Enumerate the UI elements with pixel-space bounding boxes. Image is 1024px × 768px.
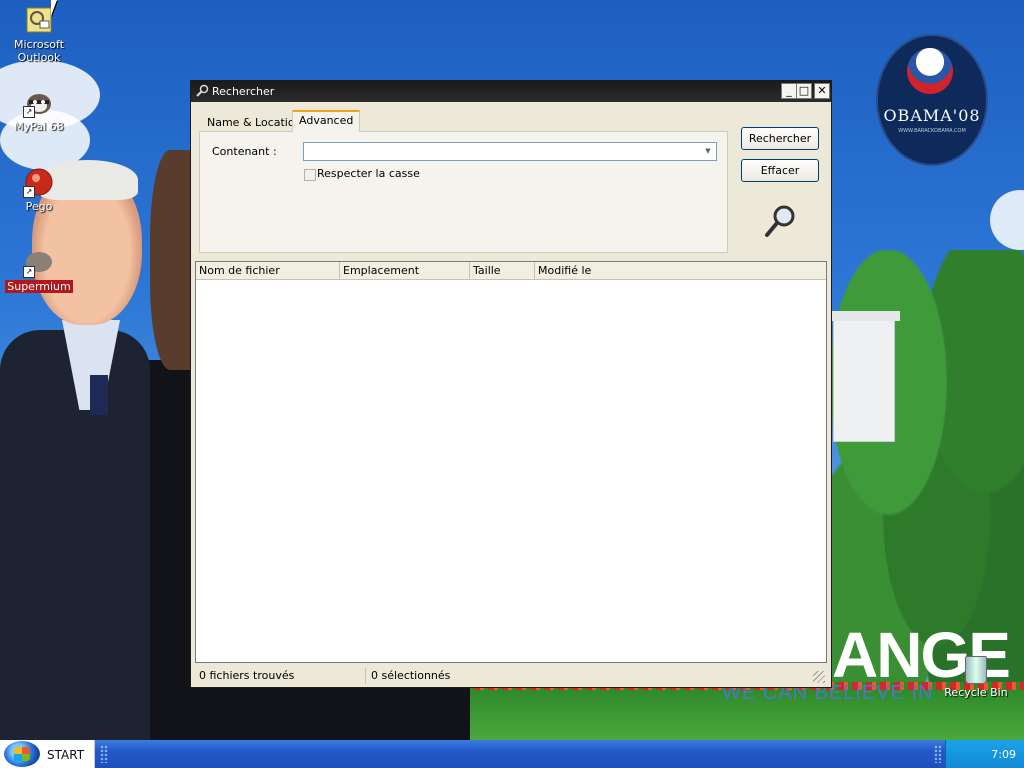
match-case-label[interactable]: Respecter la casse — [317, 167, 420, 180]
search-window: Rechercher _ □ ✕ Name & Location Advance… — [190, 80, 832, 688]
containing-combobox[interactable]: ▼ — [303, 142, 717, 161]
system-tray: 7:09 — [945, 740, 1024, 768]
clear-button[interactable]: Effacer — [741, 159, 819, 182]
desktop-icon-label: Microsoft Outlook — [13, 38, 65, 64]
maximize-icon: □ — [798, 84, 810, 97]
advanced-tab-panel: Contenant : ▼ Respecter la casse — [199, 131, 728, 253]
desktop-icon-mypal[interactable]: ↗ MyPal 68 — [2, 86, 76, 133]
taskbar-grip-icon[interactable] — [100, 745, 108, 763]
desktop-icon-label: MyPal 68 — [14, 120, 64, 133]
column-header-filename[interactable]: Nom de fichier — [196, 262, 340, 279]
resize-grip-icon[interactable] — [813, 671, 825, 683]
recycle-bin-icon — [965, 656, 987, 684]
close-button[interactable]: ✕ — [814, 83, 830, 99]
window-titlebar[interactable]: Rechercher _ □ ✕ — [191, 81, 831, 102]
desktop-icon-outlook[interactable]: Microsoft Outlook — [2, 4, 76, 64]
start-label: START — [47, 748, 85, 762]
results-list-header: Nom de fichier Emplacement Taille Modifi… — [196, 262, 826, 280]
mouse-cursor-icon — [51, 0, 63, 16]
pego-icon: ↗ — [23, 166, 55, 198]
match-case-checkbox[interactable] — [304, 169, 316, 181]
search-magnifier-icon — [765, 205, 795, 237]
start-button[interactable]: START — [0, 740, 95, 768]
column-header-modified[interactable]: Modifié le — [535, 262, 826, 279]
clock[interactable]: 7:09 — [991, 748, 1016, 761]
desktop-icon-pego[interactable]: ↗ Pego — [2, 166, 76, 213]
desktop-icon-supermium[interactable]: ↗ Supermium — [2, 246, 76, 293]
minimize-icon: _ — [786, 84, 792, 97]
status-found: 0 fichiers trouvés — [199, 669, 295, 682]
magnifier-icon — [196, 84, 209, 97]
shortcut-arrow-icon: ↗ — [23, 106, 35, 118]
tab-advanced[interactable]: Advanced — [292, 110, 361, 132]
desktop-icon-recycle-bin[interactable]: Recycle Bin — [944, 656, 1008, 699]
person-image — [0, 330, 150, 740]
white-house-image — [828, 311, 900, 442]
results-list[interactable]: Nom de fichier Emplacement Taille Modifi… — [195, 261, 827, 663]
column-header-location[interactable]: Emplacement — [340, 262, 470, 279]
campaign-logo-icon — [907, 48, 953, 94]
taskbar: START 7:09 — [0, 740, 1024, 768]
supermium-icon: ↗ — [23, 246, 55, 278]
campaign-logo-text: OBAMA'08 — [883, 106, 981, 125]
chevron-down-icon[interactable]: ▼ — [702, 145, 714, 158]
campaign-logo: OBAMA'08 WWW.BARACKOBAMA.COM — [876, 34, 988, 166]
maximize-button[interactable]: □ — [796, 83, 812, 99]
status-selected: 0 sélectionnés — [371, 669, 451, 682]
desktop-icon-label: Supermium — [5, 280, 73, 293]
cloud — [990, 190, 1024, 250]
shortcut-arrow-icon: ↗ — [23, 186, 35, 198]
shortcut-arrow-icon: ↗ — [23, 266, 35, 278]
window-title: Rechercher — [212, 85, 275, 98]
taskbar-grip-icon[interactable] — [934, 745, 942, 763]
desktop-icon-label: Recycle Bin — [944, 686, 1008, 699]
status-bar: 0 fichiers trouvés 0 sélectionnés — [195, 667, 827, 685]
windows-logo-icon — [4, 741, 40, 767]
minimize-button[interactable]: _ — [781, 83, 797, 99]
mypal-raccoon-icon: ↗ — [23, 86, 55, 118]
person-tie-image — [90, 375, 108, 415]
desktop-icon-label: Pego — [25, 200, 53, 213]
containing-label: Contenant : — [212, 145, 277, 158]
column-header-size[interactable]: Taille — [470, 262, 535, 279]
status-divider — [365, 668, 366, 684]
campaign-logo-url: WWW.BARACKOBAMA.COM — [898, 128, 966, 134]
search-button[interactable]: Rechercher — [741, 127, 819, 150]
close-icon: ✕ — [817, 84, 827, 97]
